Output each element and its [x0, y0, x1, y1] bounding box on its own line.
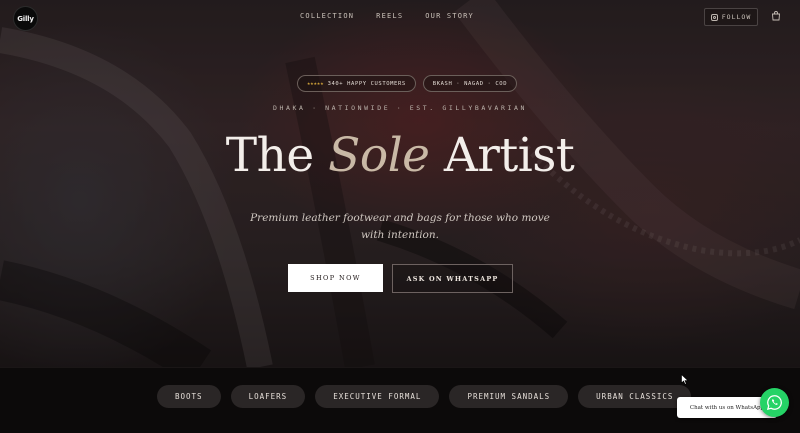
payment-badge-label: BKASH · NAGAD · COD: [432, 80, 508, 87]
hero-title: The Sole Artist: [0, 128, 800, 183]
payment-badge: BKASH · NAGAD · COD: [422, 75, 518, 92]
whatsapp-icon: [766, 395, 782, 411]
shop-now-button[interactable]: SHOP NOW: [288, 264, 383, 292]
category-chip-boots[interactable]: BOOTS: [157, 385, 221, 408]
category-chips: BOOTS LOAFERS EXECUTIVE FORMAL PREMIUM S…: [157, 385, 692, 408]
nav-our-story[interactable]: OUR STORY: [425, 12, 474, 20]
hero-overlay: [0, 0, 800, 367]
logo-text: Gilly: [17, 14, 34, 23]
category-chip-urban-classics[interactable]: URBAN CLASSICS: [578, 385, 692, 408]
hero-title-post: Artist: [429, 128, 575, 183]
follow-label: FOLLOW: [721, 13, 752, 21]
nav-reels[interactable]: REELS: [376, 12, 403, 20]
hero-title-pre: The: [225, 128, 329, 183]
cart-icon[interactable]: [771, 11, 781, 21]
hero-tagline: Premium leather footwear and bags for th…: [250, 212, 550, 241]
main-nav: COLLECTION REELS OUR STORY: [300, 12, 474, 20]
instagram-icon: [710, 13, 718, 21]
hero-section: [0, 0, 800, 367]
hero-badges: ★★★★★ 340+ HAPPY CUSTOMERS BKASH · NAGAD…: [297, 75, 518, 92]
brand-logo[interactable]: Gilly: [13, 6, 38, 31]
location-line: DHAKA · NATIONWIDE · EST. GILLYBAVARIAN: [272, 104, 528, 112]
follow-button[interactable]: FOLLOW: [704, 8, 758, 26]
mouse-cursor-icon: [681, 374, 689, 385]
hero-title-accent: Sole: [328, 128, 430, 183]
ask-whatsapp-button[interactable]: ASK ON WHATSAPP: [392, 264, 513, 293]
customers-badge: ★★★★★ 340+ HAPPY CUSTOMERS: [297, 75, 416, 92]
star-rating-icon: ★★★★★: [307, 80, 324, 87]
category-chip-loafers[interactable]: LOAFERS: [230, 385, 306, 408]
nav-collection[interactable]: COLLECTION: [300, 12, 354, 20]
customers-badge-label: 340+ HAPPY CUSTOMERS: [327, 80, 406, 87]
category-chip-executive-formal[interactable]: EXECUTIVE FORMAL: [315, 385, 440, 408]
whatsapp-chat-button[interactable]: [760, 388, 789, 417]
category-chip-premium-sandals[interactable]: PREMIUM SANDALS: [449, 385, 569, 408]
